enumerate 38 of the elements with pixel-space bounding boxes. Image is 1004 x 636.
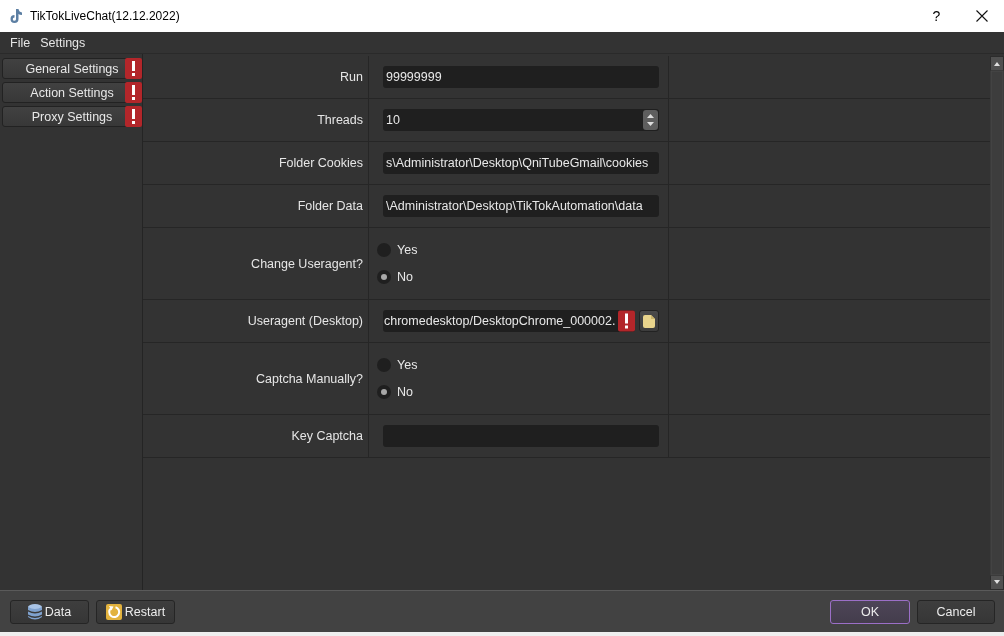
browse-button[interactable] bbox=[639, 310, 659, 332]
cancel-button[interactable]: Cancel bbox=[917, 599, 995, 624]
ok-button[interactable]: OK bbox=[830, 599, 910, 624]
text-field[interactable]: s\Administrator\Desktop\QniTubeGmail\cookies bbox=[383, 152, 659, 174]
radio-label[interactable]: Yes bbox=[397, 243, 418, 257]
field-label: Change Useragent? bbox=[251, 256, 363, 271]
refresh-icon bbox=[105, 603, 122, 620]
window-title: TikTokLiveChat(12.12.2022) bbox=[30, 9, 180, 23]
menu-item[interactable]: Settings bbox=[35, 33, 91, 52]
radio-button[interactable] bbox=[377, 385, 391, 399]
data-button[interactable]: Data bbox=[10, 599, 89, 624]
field-label: Useragent (Desktop) bbox=[247, 314, 363, 328]
radio-label[interactable]: No bbox=[397, 385, 413, 399]
sidebar-item[interactable]: Action Settings bbox=[2, 82, 142, 103]
radio-label[interactable]: No bbox=[397, 270, 413, 284]
field-label: Key Captcha bbox=[291, 429, 363, 443]
music-note-icon bbox=[10, 9, 22, 23]
close-icon bbox=[975, 10, 988, 22]
field-label: Folder Cookies bbox=[278, 156, 363, 170]
text-field[interactable]: \Administrator\Desktop\TikTokAutomation\data bbox=[383, 195, 659, 217]
menu-item[interactable]: File bbox=[5, 33, 36, 52]
field-label: Threads bbox=[317, 113, 363, 127]
help-button[interactable]: ? bbox=[914, 0, 959, 32]
text-field[interactable]: chromedesktop/DesktopChrome_000002. bbox=[383, 310, 635, 332]
radio-button[interactable] bbox=[377, 270, 391, 284]
field-label: Captcha Manually? bbox=[256, 371, 363, 386]
spin-box[interactable]: 10 bbox=[383, 109, 659, 131]
field-label: Folder Data bbox=[297, 199, 363, 213]
database-icon bbox=[27, 603, 42, 620]
vertical-scrollbar[interactable] bbox=[990, 56, 1004, 590]
radio-label[interactable]: Yes bbox=[397, 358, 418, 372]
up-down-arrows-icon[interactable] bbox=[643, 110, 658, 130]
text-field[interactable]: 99999999 bbox=[383, 66, 659, 88]
sidebar-item[interactable]: Proxy Settings bbox=[2, 106, 142, 127]
field-label: Run bbox=[340, 70, 363, 84]
folder-icon bbox=[643, 314, 655, 328]
restart-button[interactable]: Restart bbox=[96, 599, 175, 624]
sidebar-item[interactable]: General Settings bbox=[2, 58, 142, 79]
